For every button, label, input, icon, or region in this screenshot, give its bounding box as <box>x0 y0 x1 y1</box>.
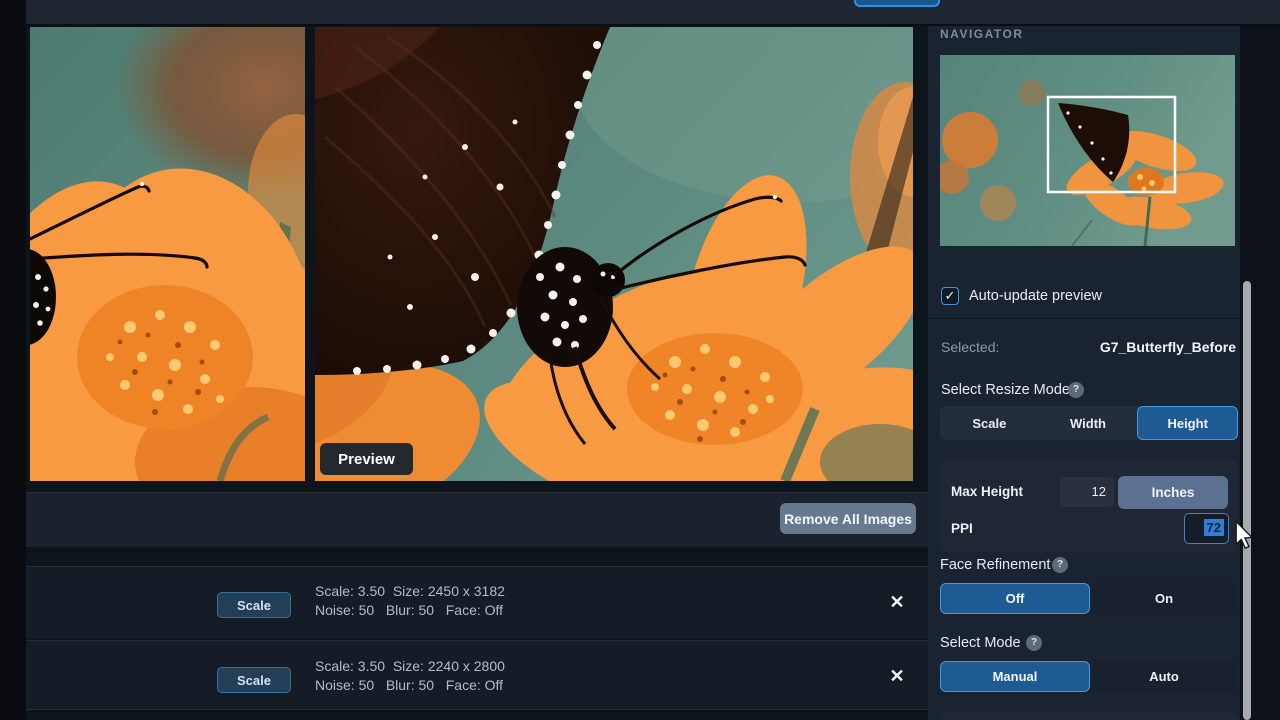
top-partial-button[interactable] <box>854 0 940 7</box>
row-stats-line1: Scale: 3.50 Size: 2240 x 2800 <box>315 658 505 674</box>
face-refinement-toggle: Off On <box>940 583 1238 614</box>
close-icon[interactable]: ✕ <box>884 589 910 615</box>
row-scale-button[interactable]: Scale <box>217 592 291 618</box>
close-icon[interactable]: ✕ <box>884 663 910 689</box>
row-stats: Scale: 3.50 Size: 2450 x 3182 Noise: 50 B… <box>315 582 505 620</box>
resize-mode-segmented-control: Scale Width Height <box>940 406 1238 440</box>
row-stats-line2: Noise: 50 Blur: 50 Face: Off <box>315 602 503 618</box>
sidebar-divider <box>928 318 1240 319</box>
help-icon[interactable]: ? <box>1026 635 1042 651</box>
original-image <box>30 27 305 481</box>
ppi-selected-text: 72 <box>1204 519 1224 536</box>
auto-update-label: Auto-update preview <box>969 288 1102 304</box>
select-mode-auto[interactable]: Auto <box>1090 661 1238 692</box>
resize-option-scale[interactable]: Scale <box>940 406 1039 440</box>
row-stats: Scale: 3.50 Size: 2240 x 2800 Noise: 50 B… <box>315 657 505 695</box>
unit-button[interactable]: Inches <box>1118 476 1228 509</box>
selected-filename: G7_Butterfly_Before <box>1100 339 1236 355</box>
preview-badge: Preview <box>320 443 413 475</box>
ppi-input[interactable]: 72 <box>1184 513 1229 544</box>
preview-image <box>315 27 913 481</box>
face-refinement-on[interactable]: On <box>1090 583 1238 614</box>
left-edge-strip <box>0 0 26 720</box>
row-scale-button[interactable]: Scale <box>217 667 291 693</box>
next-section-panel <box>940 712 1238 720</box>
preview-badge-label: Preview <box>338 451 395 468</box>
select-mode-toggle: Manual Auto <box>940 661 1238 692</box>
auto-update-checkbox[interactable]: ✓ <box>941 287 959 305</box>
max-height-input[interactable]: 12 <box>1060 477 1114 507</box>
resize-option-width[interactable]: Width <box>1039 406 1138 440</box>
face-refinement-off[interactable]: Off <box>940 583 1090 614</box>
scrollbar-thumb[interactable] <box>1243 281 1251 720</box>
remove-all-images-button[interactable]: Remove All Images <box>780 503 916 534</box>
select-mode-manual[interactable]: Manual <box>940 661 1090 692</box>
dimensions-panel: Max Height 12 Inches PPI 72 <box>940 459 1238 552</box>
max-height-label: Max Height <box>951 484 1023 499</box>
queue-row[interactable]: Scale Scale: 3.50 Size: 2240 x 2800 Noise… <box>26 640 928 710</box>
row-stats-line2: Noise: 50 Blur: 50 Face: Off <box>315 677 503 693</box>
navigator-title: NAVIGATOR <box>940 27 1024 41</box>
help-icon[interactable]: ? <box>1068 382 1084 398</box>
row-stats-line1: Scale: 3.50 Size: 2450 x 3182 <box>315 583 505 599</box>
resize-option-height[interactable]: Height <box>1137 406 1238 440</box>
ppi-label: PPI <box>951 521 973 536</box>
image-panel-preview[interactable]: Preview <box>315 27 913 481</box>
navigator-image <box>940 55 1235 246</box>
image-panel-original[interactable] <box>30 27 305 481</box>
help-icon[interactable]: ? <box>1052 557 1068 573</box>
resize-mode-label: Select Resize Mode <box>941 382 1070 398</box>
top-bar <box>26 0 1280 26</box>
check-icon: ✓ <box>945 288 956 303</box>
face-refinement-label: Face Refinement <box>940 557 1050 573</box>
queue-row[interactable]: Scale Scale: 3.50 Size: 2450 x 3182 Noise… <box>26 566 928 639</box>
selected-label: Selected: <box>941 339 999 355</box>
select-mode-label: Select Mode <box>940 635 1021 651</box>
app-window: Preview Remove All Images Scale Scale: 3… <box>0 0 1280 720</box>
navigator-thumbnail[interactable] <box>940 55 1235 246</box>
